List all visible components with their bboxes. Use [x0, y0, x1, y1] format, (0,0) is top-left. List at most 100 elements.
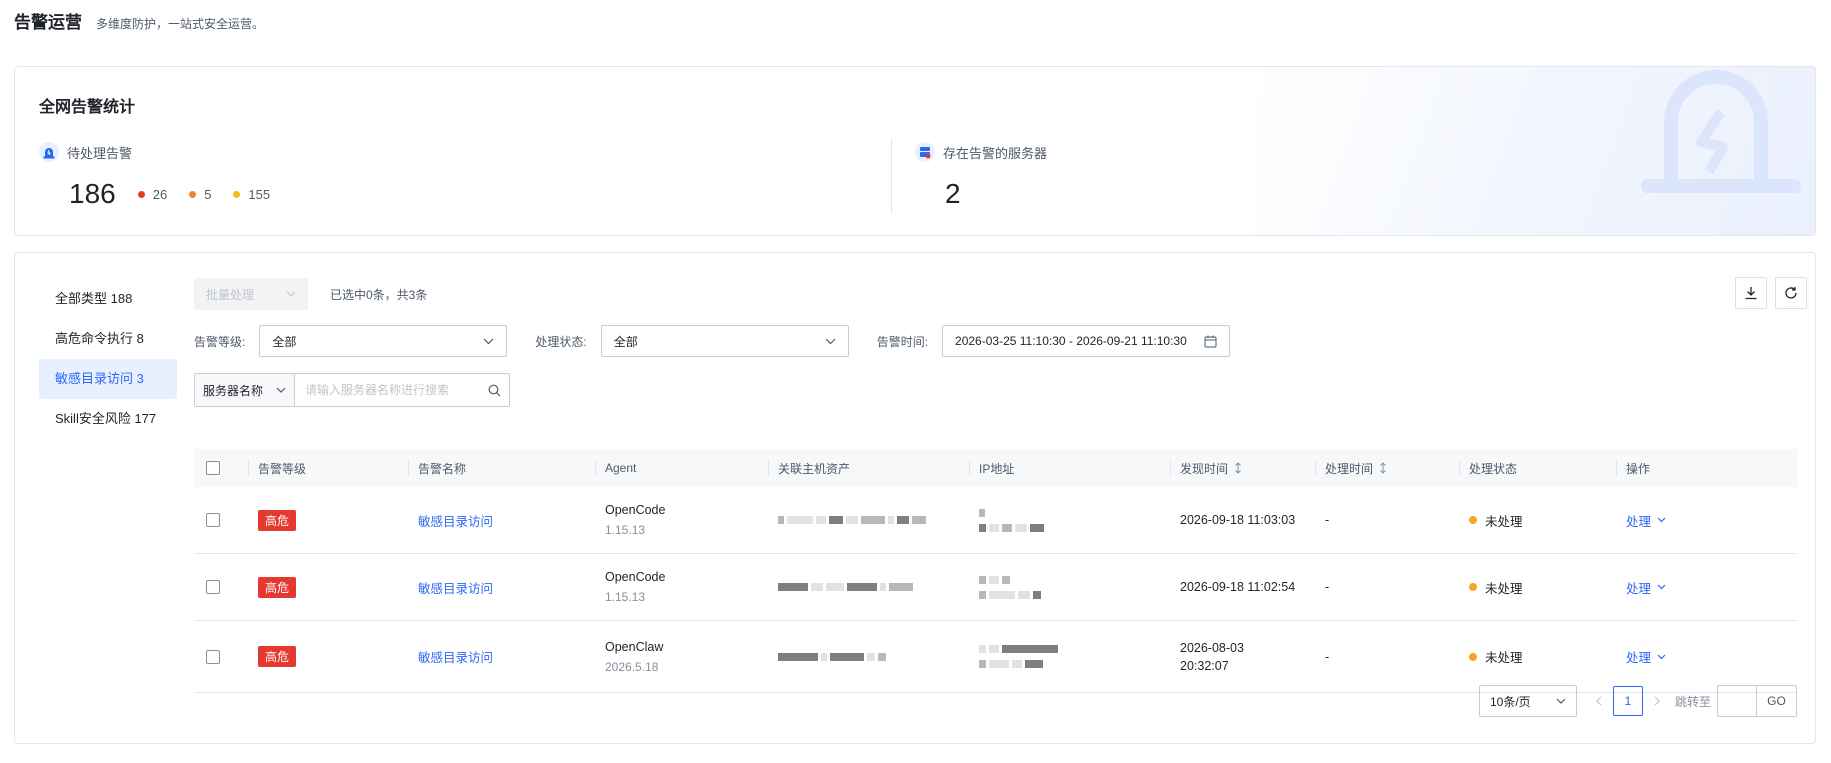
nav-item-sensitive-dir-access[interactable]: 敏感目录访问 3: [39, 359, 177, 399]
alert-servers-stat: 存在告警的服务器 2: [915, 142, 1047, 210]
refresh-icon: [1785, 287, 1797, 299]
row-checkbox[interactable]: [206, 513, 220, 527]
status-filter-label: 处理状态:: [535, 334, 587, 349]
refresh-button[interactable]: [1775, 277, 1807, 309]
handle-time: -: [1325, 649, 1330, 664]
chevron-down-icon: [483, 338, 494, 344]
selection-info: 已选中0条，共3条: [330, 287, 428, 302]
stats-title: 全网告警统计: [39, 99, 136, 116]
filter-row: 告警等级: 全部 处理状态: 全部 告警时间: 2026-03-25 11:10…: [194, 325, 1231, 357]
batch-process-button[interactable]: 批量处理: [194, 278, 308, 310]
severity-count-critical: 26: [137, 187, 167, 202]
search-type-select[interactable]: 服务器名称: [195, 374, 295, 406]
page-size-select[interactable]: 10条/页: [1478, 685, 1577, 717]
process-action-dropdown[interactable]: 处理: [1626, 578, 1666, 597]
status-cell: 未处理: [1459, 487, 1616, 553]
row-checkbox[interactable]: [206, 580, 220, 594]
page-header: 告警运营 多维度防护，一站式安全运营。: [14, 8, 264, 33]
agent-name: OpenClaw: [605, 639, 664, 654]
toolbar: 批量处理 已选中0条，共3条: [194, 277, 1797, 311]
row-checkbox[interactable]: [206, 649, 220, 664]
severity-count-medium: 155: [233, 187, 270, 202]
go-button[interactable]: GO: [1757, 685, 1797, 717]
ip-address-redacted: [969, 621, 1170, 692]
status-cell: 未处理: [1459, 621, 1616, 692]
agent-version: 2026.5.18: [605, 659, 659, 674]
alert-name-link[interactable]: 敏感目录访问: [418, 578, 493, 597]
server-icon: [915, 142, 935, 162]
chevron-left-icon: [1596, 696, 1602, 706]
agent-name: OpenCode: [605, 570, 666, 584]
alert-name-link[interactable]: 敏感目录访问: [418, 647, 493, 666]
nav-item-all-types[interactable]: 全部类型 188: [39, 279, 177, 319]
prev-page-button[interactable]: [1585, 687, 1613, 715]
column-header: 关联主机资产: [768, 449, 969, 487]
jump-label: 跳转至: [1674, 694, 1711, 709]
alerts-table: 告警等级 告警名称 Agent 关联主机资产 IP地址 发现时间 处理时间 处理…: [194, 449, 1797, 693]
column-header-handle-time[interactable]: 处理时间: [1315, 449, 1459, 487]
nav-item-high-risk-command[interactable]: 高危命令执行 8: [39, 319, 177, 359]
next-page-button[interactable]: [1643, 687, 1671, 715]
download-icon: [1745, 287, 1757, 300]
column-header: 告警等级: [248, 449, 408, 487]
sort-icon[interactable]: [1234, 462, 1242, 474]
chevron-down-icon: [1657, 517, 1666, 523]
column-header-found-time[interactable]: 发现时间: [1170, 449, 1315, 487]
status-text: 未处理: [1485, 514, 1523, 529]
handle-time: -: [1325, 513, 1330, 527]
found-time: 2026-09-18 11:02:54: [1180, 580, 1296, 594]
sort-icon[interactable]: [1379, 462, 1387, 474]
pending-alerts-total: 186: [69, 178, 116, 209]
status-text: 未处理: [1485, 581, 1523, 596]
found-time-date: 2026-08-03: [1180, 640, 1244, 655]
chevron-down-icon: [276, 387, 286, 393]
alert-type-nav: 全部类型 188 高危命令执行 8 敏感目录访问 3 Skill安全风险 177: [39, 279, 177, 439]
chevron-down-icon: [1657, 584, 1666, 590]
host-asset-redacted: [768, 621, 969, 692]
download-button[interactable]: [1735, 277, 1767, 309]
page-title: 告警运营: [14, 13, 82, 32]
pagination: 10条/页 1 跳转至 GO: [1478, 685, 1797, 717]
agent-version: 1.15.13: [605, 590, 646, 604]
search-icon[interactable]: [479, 374, 509, 406]
search-input[interactable]: [295, 374, 479, 406]
found-time: 2026-08-03 20:32:07: [1170, 621, 1315, 692]
alert-servers-value: 2: [945, 178, 961, 209]
ip-address-redacted: [969, 487, 1170, 553]
alert-name-link[interactable]: 敏感目录访问: [418, 511, 493, 530]
select-all-checkbox[interactable]: [206, 461, 220, 475]
host-asset-redacted: [768, 554, 969, 620]
chevron-down-icon: [286, 291, 296, 297]
nav-item-skill-risk[interactable]: Skill安全风险 177: [39, 399, 177, 439]
status-filter-select[interactable]: 全部: [600, 325, 849, 357]
process-action-dropdown[interactable]: 处理: [1626, 647, 1666, 666]
calendar-icon: [1204, 335, 1217, 347]
pending-alerts-label: 待处理告警: [67, 145, 133, 161]
chevron-down-icon: [825, 338, 836, 344]
column-header: Agent: [595, 449, 768, 487]
alert-servers-label: 存在告警的服务器: [943, 145, 1048, 161]
process-action-dropdown[interactable]: 处理: [1626, 511, 1666, 530]
page-number[interactable]: 1: [1612, 686, 1643, 716]
severity-count-high: 5: [189, 187, 211, 202]
chevron-down-icon: [1657, 654, 1666, 659]
table-row: 高危 敏感目录访问 OpenClaw 2026.5.18 2026-08-03 …: [194, 621, 1797, 693]
column-header: 操作: [1616, 449, 1797, 487]
column-header: 处理状态: [1459, 449, 1616, 487]
alarm-icon: [39, 142, 59, 162]
level-filter-select[interactable]: 全部: [259, 325, 508, 357]
alerts-content: 批量处理 已选中0条，共3条 告警等级: 全部 处理状态: 全部 告警时间: 2…: [194, 277, 1807, 717]
status-dot: [1469, 583, 1477, 591]
status-cell: 未处理: [1459, 554, 1616, 620]
column-header: 告警名称: [408, 449, 595, 487]
found-time-clock: 20:32:07: [1180, 658, 1229, 673]
agent-name: OpenCode: [605, 503, 666, 517]
time-range-picker[interactable]: 2026-03-25 11:10:30 - 2026-09-21 11:10:3…: [942, 325, 1231, 357]
chevron-down-icon: [1556, 698, 1566, 704]
stats-card: 全网告警统计 待处理告警 186 26 5 155 存在告警的服务器 2: [14, 66, 1816, 236]
found-time: 2026-09-18 11:03:03: [1180, 513, 1296, 527]
severity-tag: 高危: [258, 576, 297, 598]
severity-tag: 高危: [258, 509, 297, 531]
jump-page-input[interactable]: [1717, 685, 1757, 717]
time-filter-label: 告警时间:: [876, 334, 929, 349]
